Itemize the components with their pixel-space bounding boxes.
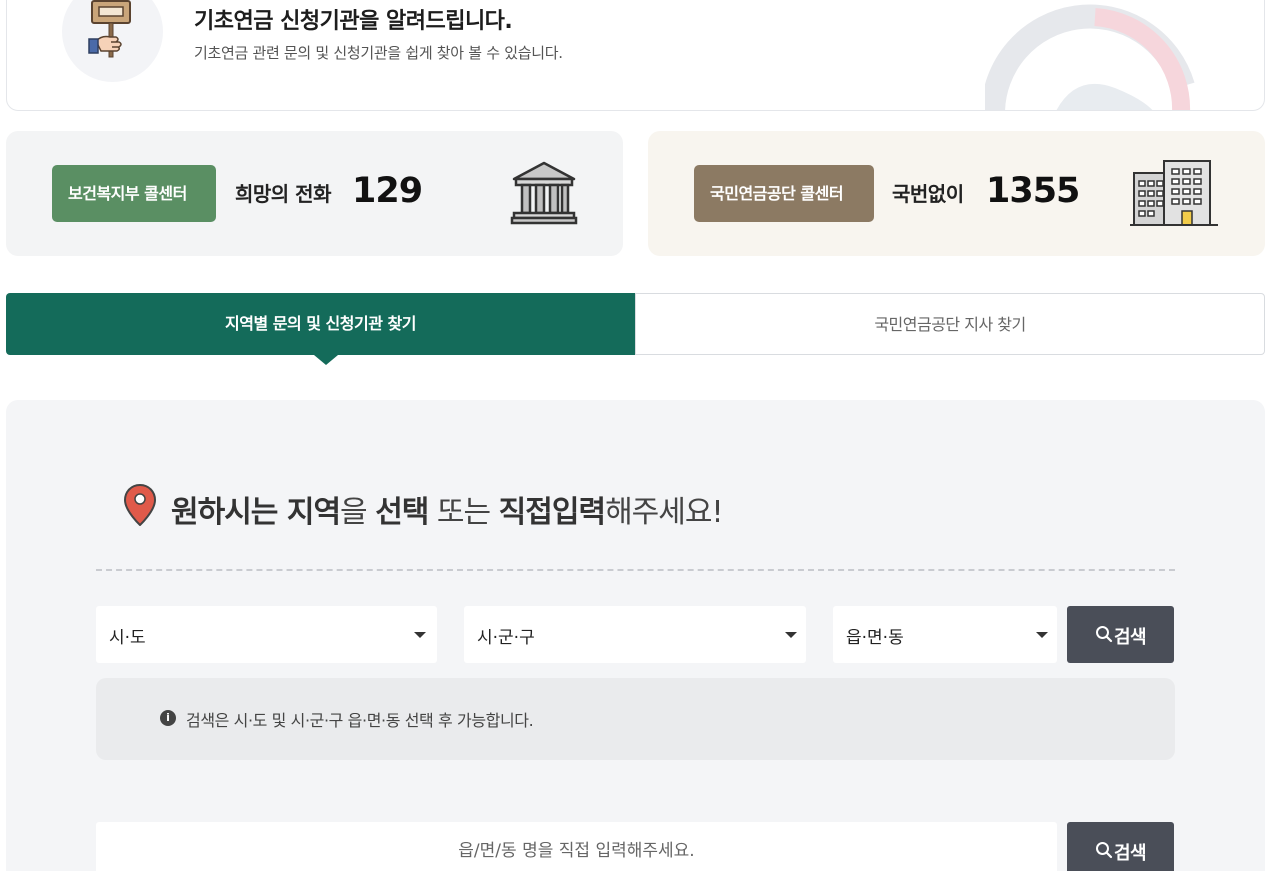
search-icon: [1096, 626, 1113, 643]
call-center-badge: 국민연금공단 콜센터: [694, 165, 874, 222]
call-center-number[interactable]: 129: [352, 171, 423, 211]
info-card: 기초연금 신청기관을 알려드립니다. 기초연금 관련 문의 및 신청기관을 쉽게…: [6, 0, 1265, 111]
tab-region-search[interactable]: 지역별 문의 및 신청기관 찾기: [6, 293, 635, 355]
active-tab-indicator: [314, 355, 338, 365]
emblem-icon: [985, 4, 1195, 110]
caret-down-icon: [414, 632, 426, 638]
sigungu-select-value: 시·군·구: [477, 628, 535, 648]
location-pin-icon: [124, 484, 156, 526]
government-building-icon: [510, 161, 578, 225]
call-center-badge: 보건복지부 콜센터: [52, 165, 216, 222]
notice-text: 검색은 시·도 및 시·군·구 읍·면·동 선택 후 가능합니다.: [186, 711, 534, 730]
info-title: 기초연금 신청기관을 알려드립니다.: [194, 9, 513, 34]
dashed-divider: [96, 569, 1175, 571]
call-center-name: 국번없이: [892, 182, 964, 206]
search-panel: 원하시는 지역을 선택 또는 직접입력해주세요! 시·도 시·군·구 읍·면·동…: [6, 400, 1265, 871]
eupmyeondong-select-value: 읍·면·동: [846, 628, 904, 648]
sido-select[interactable]: 시·도: [96, 606, 437, 663]
search-notice: i 검색은 시·도 및 시·군·구 읍·면·동 선택 후 가능합니다.: [96, 678, 1175, 760]
search-icon: [1096, 842, 1113, 859]
caret-down-icon: [785, 632, 797, 638]
search-button-label: 검색: [1114, 627, 1147, 648]
info-avatar: [62, 0, 163, 82]
office-building-icon: [1130, 160, 1218, 226]
direct-search-button[interactable]: 검색: [1067, 822, 1174, 871]
direct-region-input[interactable]: [96, 822, 1057, 871]
sigungu-select[interactable]: 시·군·구: [464, 606, 806, 663]
tab-branch-search[interactable]: 국민연금공단 지사 찾기: [635, 293, 1265, 355]
search-tabs: 지역별 문의 및 신청기관 찾기 국민연금공단 지사 찾기: [6, 293, 1265, 365]
call-center-number[interactable]: 1355: [986, 171, 1080, 211]
info-subtitle: 기초연금 관련 문의 및 신청기관을 쉽게 찾아 볼 수 있습니다.: [194, 44, 563, 62]
caret-down-icon: [1036, 632, 1048, 638]
eupmyeondong-select[interactable]: 읍·면·동: [833, 606, 1057, 663]
sido-select-value: 시·도: [109, 628, 146, 648]
search-headline: 원하시는 지역을 선택 또는 직접입력해주세요!: [171, 495, 724, 530]
hand-sign-icon: [88, 0, 131, 58]
call-center-name: 희망의 전화: [235, 182, 331, 206]
region-search-button[interactable]: 검색: [1067, 606, 1174, 663]
call-center-card-nps: 국민연금공단 콜센터 국번없이 1355: [648, 131, 1265, 256]
search-button-label: 검색: [1114, 843, 1147, 864]
call-center-card-mohw: 보건복지부 콜센터 희망의 전화 129: [6, 131, 623, 256]
info-icon: i: [160, 710, 176, 726]
